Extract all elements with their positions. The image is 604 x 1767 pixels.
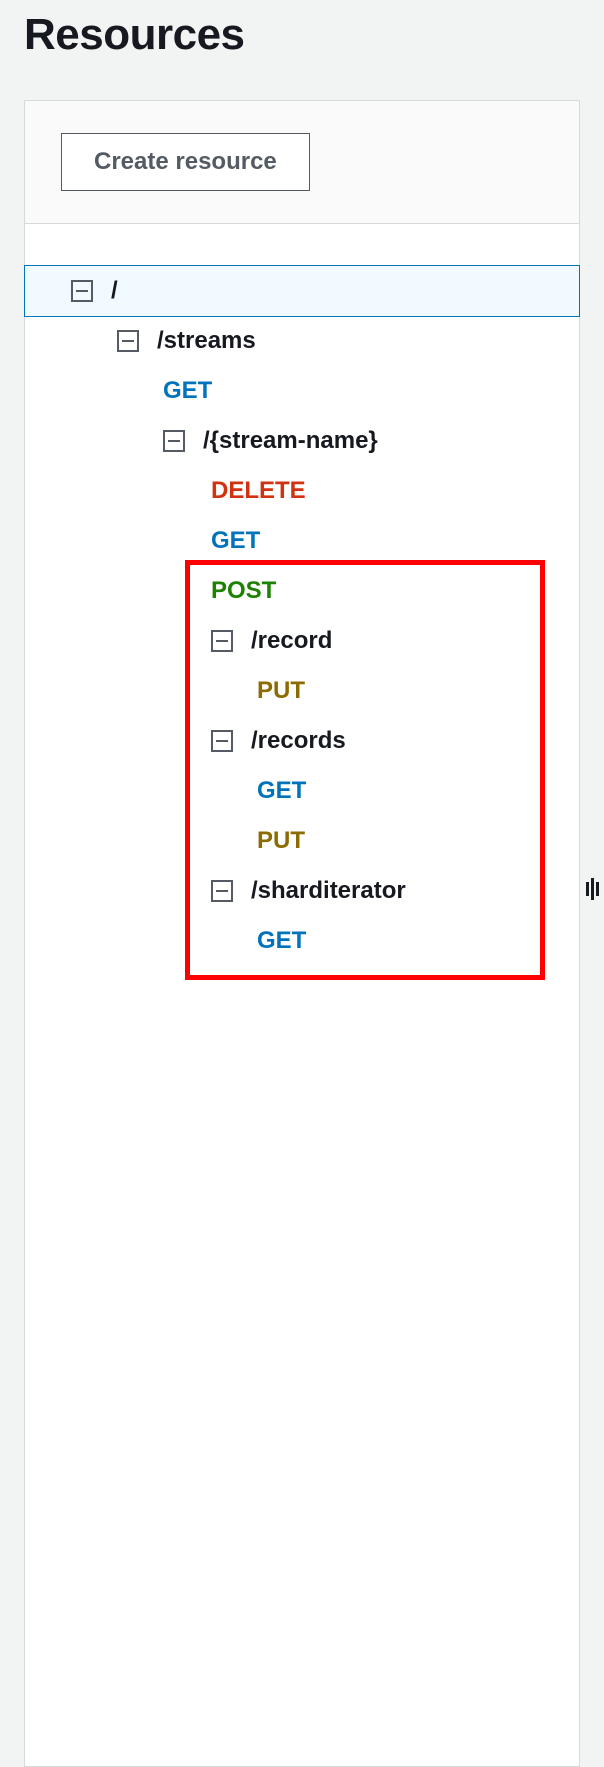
method-get: GET — [257, 927, 306, 955]
path-label-record: /record — [251, 627, 332, 655]
create-resource-button[interactable]: Create resource — [61, 133, 310, 191]
method-get: GET — [257, 777, 306, 805]
method-get: GET — [163, 377, 212, 405]
page-title: Resources — [24, 10, 580, 60]
path-label-records: /records — [251, 727, 346, 755]
collapse-icon[interactable] — [211, 630, 233, 652]
method-delete: DELETE — [211, 477, 306, 505]
resource-tree: / /streams GET /{stream-name} DELETE GET… — [25, 266, 579, 1766]
method-get: GET — [211, 527, 260, 555]
path-label-streams: /streams — [157, 327, 256, 355]
collapse-icon[interactable] — [71, 280, 93, 302]
tree-item-stream-name[interactable]: /{stream-name} — [25, 416, 579, 466]
collapse-icon[interactable] — [211, 880, 233, 902]
tree-item-sharditerator[interactable]: /sharditerator — [25, 866, 579, 916]
tree-method-record-put[interactable]: PUT — [25, 666, 579, 716]
path-label-stream-name: /{stream-name} — [203, 427, 378, 455]
tree-item-records[interactable]: /records — [25, 716, 579, 766]
path-label-root: / — [111, 277, 118, 305]
tree-item-root[interactable]: / — [25, 266, 579, 316]
method-put: PUT — [257, 677, 305, 705]
collapse-icon[interactable] — [211, 730, 233, 752]
collapse-icon[interactable] — [117, 330, 139, 352]
method-put: PUT — [257, 827, 305, 855]
panel-header: Create resource — [25, 101, 579, 224]
resources-panel: Create resource / /streams GET /{stream-… — [24, 100, 580, 1767]
collapse-icon[interactable] — [163, 430, 185, 452]
tree-method-stream-name-delete[interactable]: DELETE — [25, 466, 579, 516]
tree-method-sharditerator-get[interactable]: GET — [25, 916, 579, 966]
tree-item-streams[interactable]: /streams — [25, 316, 579, 366]
tree-method-stream-name-get[interactable]: GET — [25, 516, 579, 566]
tree-method-streams-get[interactable]: GET — [25, 366, 579, 416]
tree-item-record[interactable]: /record — [25, 616, 579, 666]
spacer — [25, 224, 579, 266]
tree-method-records-get[interactable]: GET — [25, 766, 579, 816]
method-post: POST — [211, 577, 276, 605]
path-label-sharditerator: /sharditerator — [251, 877, 406, 905]
resize-handle[interactable] — [583, 876, 602, 902]
tree-method-records-put[interactable]: PUT — [25, 816, 579, 866]
tree-method-stream-name-post[interactable]: POST — [25, 566, 579, 616]
